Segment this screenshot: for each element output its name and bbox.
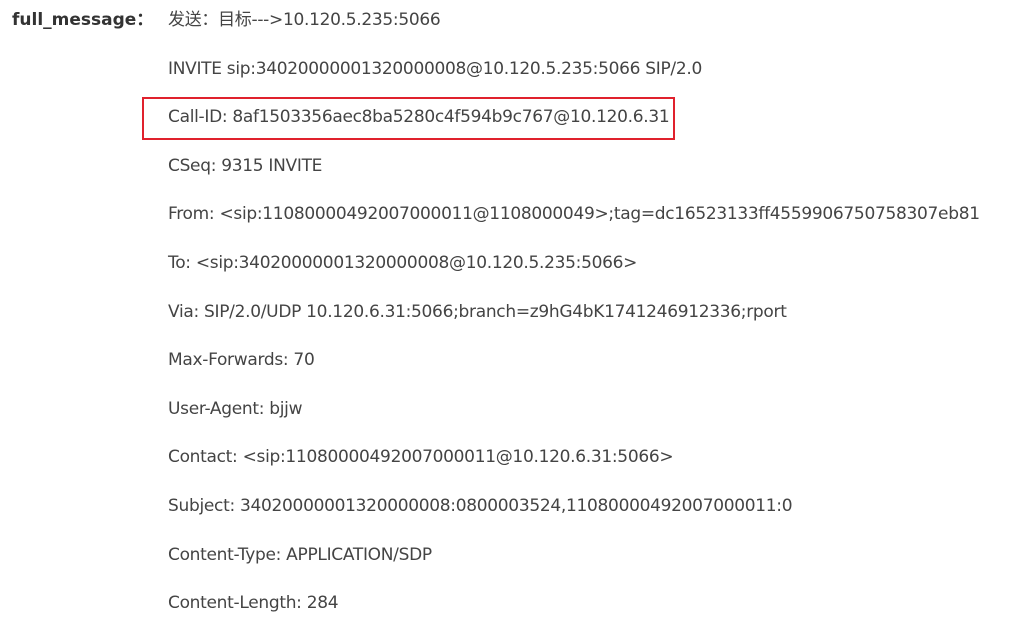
message-line-content-length: Content-Length: 284 bbox=[168, 593, 339, 614]
message-line-direction: 发送：目标--->10.120.5.235:5066 bbox=[168, 10, 441, 30]
message-line-max-forwards: Max-Forwards: 70 bbox=[168, 350, 315, 371]
message-line-cseq: CSeq: 9315 INVITE bbox=[168, 155, 323, 176]
call-id-highlight-box bbox=[142, 97, 675, 140]
full-message-label: full_message： bbox=[12, 10, 154, 30]
message-line-to: To: <sip:34020000001320000008@10.120.5.2… bbox=[168, 252, 638, 273]
message-line-via: Via: SIP/2.0/UDP 10.120.6.31:5066;branch… bbox=[168, 301, 787, 322]
message-line-from: From: <sip:11080000492007000011@11080000… bbox=[168, 204, 980, 225]
message-line-subject: Subject: 34020000001320000008:0800003524… bbox=[168, 495, 793, 516]
message-line-user-agent: User-Agent: bjjw bbox=[168, 398, 303, 419]
message-line-contact: Contact: <sip:11080000492007000011@10.12… bbox=[168, 447, 674, 468]
message-line-content-type: Content-Type: APPLICATION/SDP bbox=[168, 544, 432, 565]
